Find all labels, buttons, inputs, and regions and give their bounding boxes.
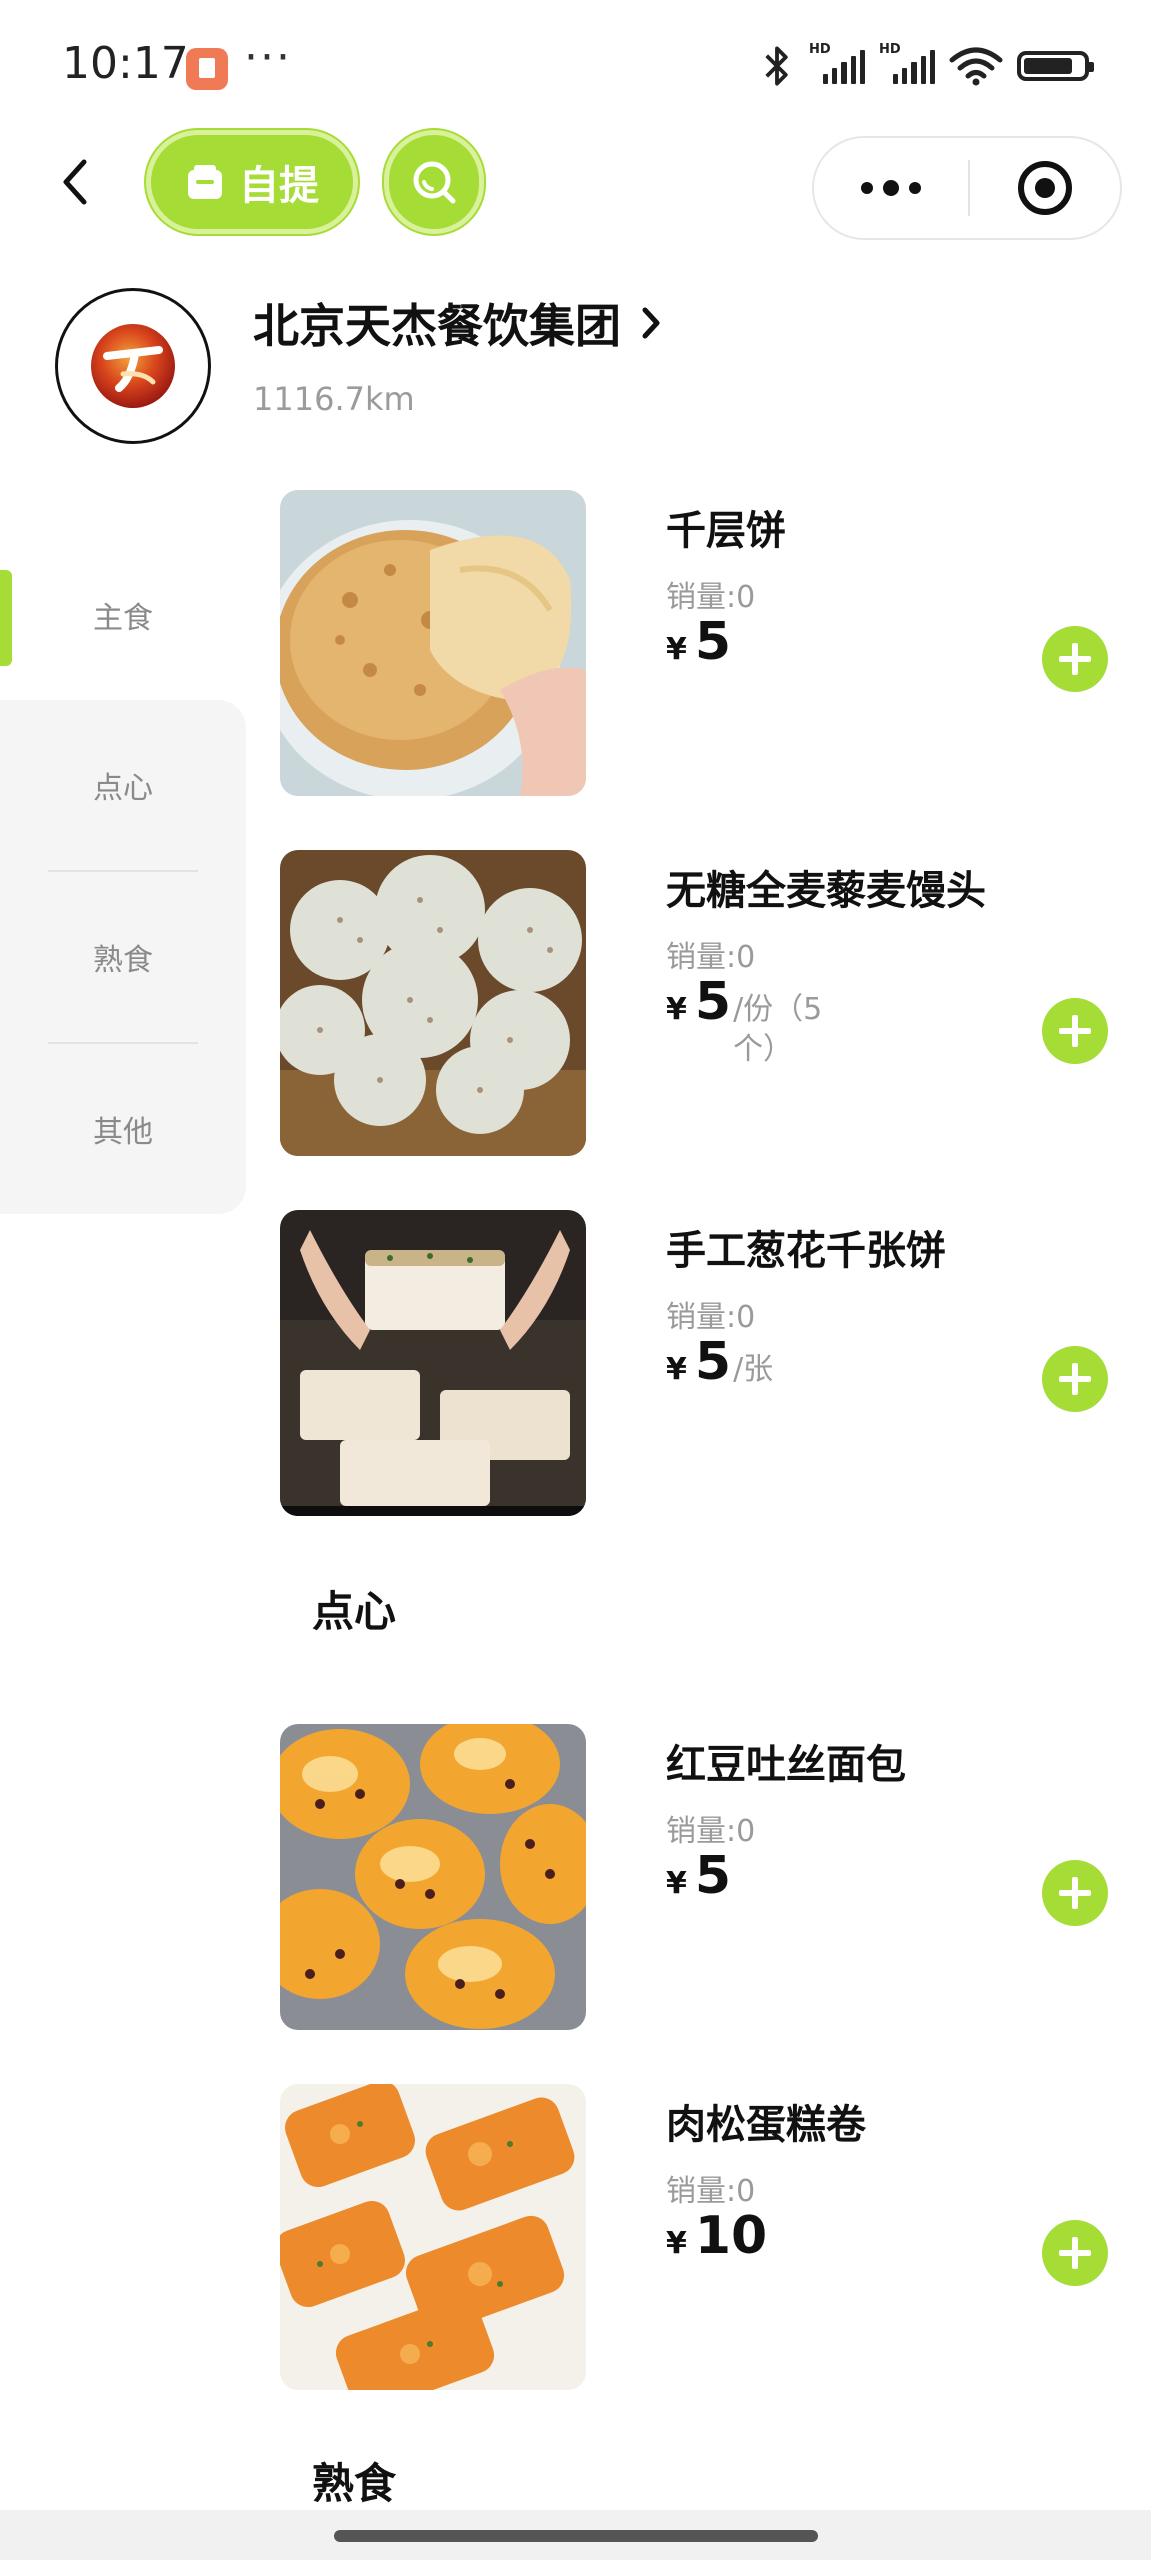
pickup-button[interactable]: 自提 bbox=[146, 130, 358, 234]
store-logo bbox=[55, 288, 211, 444]
category-item-other[interactable]: 其他 bbox=[0, 1044, 246, 1214]
store-name: 北京天杰餐饮集团 bbox=[253, 299, 621, 353]
product-name: 手工葱花千张饼 bbox=[666, 1228, 946, 1274]
category-label: 点心 bbox=[93, 771, 153, 806]
category-item-dianxin[interactable]: 点心 bbox=[0, 700, 246, 870]
product-price: ¥ 10 bbox=[666, 2206, 767, 2266]
currency-symbol: ¥ bbox=[666, 992, 687, 1027]
more-menu-button[interactable] bbox=[814, 138, 968, 238]
chevron-right-icon bbox=[642, 307, 660, 339]
more-notifications-icon: ··· bbox=[244, 32, 292, 83]
wifi-icon bbox=[949, 47, 1003, 86]
store-bag-icon bbox=[188, 165, 222, 199]
price-value: 10 bbox=[694, 2206, 768, 2266]
category-sidebar: 主食 点心 熟食 其他 bbox=[0, 530, 246, 1214]
product-name: 红豆吐丝面包 bbox=[666, 1742, 906, 1788]
section-title: 点心 bbox=[312, 1587, 397, 1636]
add-to-cart-button[interactable] bbox=[1042, 626, 1108, 692]
product-name: 肉松蛋糕卷 bbox=[666, 2102, 866, 2148]
product-image[interactable] bbox=[280, 850, 586, 1156]
product-price: ¥ 5 /张 bbox=[666, 1332, 833, 1392]
price-unit: /份（5个） bbox=[733, 992, 823, 1067]
app-notification-icon bbox=[186, 48, 228, 90]
category-label: 其他 bbox=[93, 1115, 153, 1150]
product-price: ¥ 5 /份（5个） bbox=[666, 972, 833, 1070]
product-sales: 销量:0 bbox=[666, 940, 756, 975]
status-bar: 10:17 ··· HD HD bbox=[0, 0, 1151, 130]
back-button[interactable] bbox=[50, 152, 100, 212]
product-sales: 销量:0 bbox=[666, 2174, 756, 2209]
target-icon bbox=[1018, 161, 1072, 215]
store-distance: 1116.7km bbox=[253, 380, 415, 418]
product-price: ¥ 5 bbox=[666, 1846, 731, 1906]
brand-logo-icon bbox=[91, 324, 175, 408]
product-card[interactable]: 千层饼 销量:0 ¥ 5 bbox=[280, 490, 1151, 796]
search-button[interactable] bbox=[384, 130, 484, 234]
price-value: 5 bbox=[694, 1332, 732, 1392]
category-group: 点心 熟食 其他 bbox=[0, 700, 246, 1214]
section-title: 熟食 bbox=[312, 2459, 397, 2508]
price-value: 5 bbox=[694, 1846, 732, 1906]
currency-symbol: ¥ bbox=[666, 1352, 687, 1387]
product-image[interactable] bbox=[280, 1724, 586, 2030]
currency-symbol: ¥ bbox=[666, 632, 687, 667]
category-label: 熟食 bbox=[93, 943, 153, 978]
category-label: 主食 bbox=[93, 601, 153, 636]
product-price: ¥ 5 bbox=[666, 612, 731, 672]
category-item-staple[interactable]: 主食 bbox=[0, 530, 246, 700]
product-card[interactable]: 无糖全麦藜麦馒头 销量:0 ¥ 5 /份（5个） bbox=[280, 850, 1151, 1156]
more-icon bbox=[861, 182, 873, 194]
product-card[interactable]: 手工葱花千张饼 销量:0 ¥ 5 /张 bbox=[280, 1210, 1151, 1516]
category-item-shushi[interactable]: 熟食 bbox=[0, 872, 246, 1042]
close-mini-program-button[interactable] bbox=[970, 138, 1120, 238]
bluetooth-icon bbox=[765, 46, 788, 86]
active-indicator bbox=[0, 570, 12, 666]
currency-symbol: ¥ bbox=[666, 1866, 687, 1901]
price-value: 5 bbox=[694, 612, 732, 672]
battery-icon bbox=[1017, 51, 1094, 81]
product-sales: 销量:0 bbox=[666, 580, 756, 615]
price-unit: /张 bbox=[733, 1352, 774, 1387]
home-indicator[interactable] bbox=[334, 2530, 818, 2542]
product-card[interactable]: 红豆吐丝面包 销量:0 ¥ 5 bbox=[280, 1724, 1151, 2030]
signal-icon: HD bbox=[879, 42, 936, 84]
chevron-left-icon bbox=[63, 159, 87, 205]
product-name: 无糖全麦藜麦馒头 bbox=[666, 868, 986, 914]
pickup-label: 自提 bbox=[239, 163, 319, 209]
add-to-cart-button[interactable] bbox=[1042, 2220, 1108, 2286]
signal-icon: HD bbox=[809, 42, 866, 84]
product-sales: 销量:0 bbox=[666, 1814, 756, 1849]
product-image[interactable] bbox=[280, 1210, 586, 1516]
clock: 10:17 bbox=[62, 38, 189, 89]
price-value: 5 bbox=[694, 972, 732, 1032]
product-sales: 销量:0 bbox=[666, 1300, 756, 1335]
system-icons: HD HD bbox=[759, 42, 1094, 88]
add-to-cart-button[interactable] bbox=[1042, 1346, 1108, 1412]
product-card[interactable]: 肉松蛋糕卷 销量:0 ¥ 10 bbox=[280, 2084, 1151, 2390]
search-icon bbox=[413, 161, 456, 204]
product-image[interactable] bbox=[280, 490, 586, 796]
store-name-link[interactable]: 北京天杰餐饮集团 bbox=[253, 290, 661, 356]
currency-symbol: ¥ bbox=[666, 2226, 687, 2261]
product-image[interactable] bbox=[280, 2084, 586, 2390]
add-to-cart-button[interactable] bbox=[1042, 998, 1108, 1064]
mini-program-capsule bbox=[812, 136, 1122, 240]
product-name: 千层饼 bbox=[666, 508, 786, 554]
add-to-cart-button[interactable] bbox=[1042, 1860, 1108, 1926]
